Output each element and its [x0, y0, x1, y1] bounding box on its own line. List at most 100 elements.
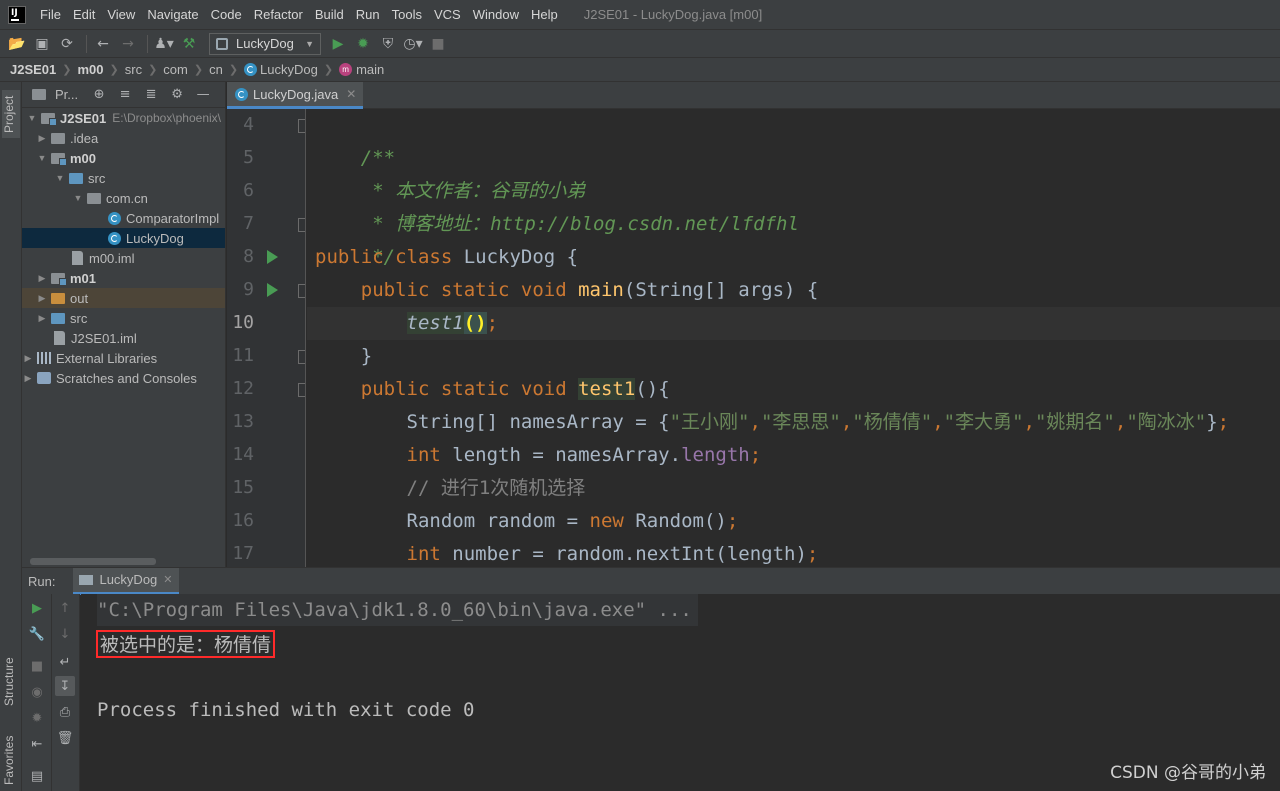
menu-run[interactable]: Run — [350, 0, 386, 29]
build-hammer-icon[interactable]: ⚒ — [178, 33, 200, 55]
scroll-to-end-icon[interactable]: ↧ — [55, 676, 75, 696]
project-view-select[interactable]: Pr... — [55, 87, 78, 102]
breadcrumb-com[interactable]: com — [163, 62, 188, 77]
chevron-right-icon[interactable]: ▶ — [36, 313, 48, 324]
tree-item-scratches[interactable]: ▶ Scratches and Consoles — [22, 368, 225, 388]
intellij-logo-icon — [8, 5, 26, 24]
horizontal-scrollbar[interactable] — [30, 558, 156, 565]
fold-icon[interactable] — [298, 284, 305, 298]
breadcrumb-module[interactable]: m00 — [77, 62, 103, 77]
breadcrumb-method[interactable]: main — [356, 62, 384, 77]
rerun-icon[interactable]: ▶ — [27, 598, 47, 618]
tree-label: out — [70, 290, 89, 306]
run-configuration-select[interactable]: LuckyDog ▼ — [209, 32, 321, 55]
print-icon[interactable]: ⎙ — [55, 702, 75, 722]
menu-edit[interactable]: Edit — [67, 0, 101, 29]
tree-item-root[interactable]: ▼ J2SE01 E:\Dropbox\phoenix\ — [22, 108, 225, 128]
close-icon[interactable]: ✕ — [163, 573, 172, 586]
editor-tab-luckydog[interactable]: LuckyDog.java ✕ — [227, 82, 363, 109]
layout-icon[interactable]: ▤ — [27, 766, 47, 786]
menu-file[interactable]: File — [34, 0, 67, 29]
menu-help[interactable]: Help — [525, 0, 564, 29]
code-line-9: public static void main(String[] args) { — [315, 279, 819, 301]
structure-tool-tab[interactable]: Structure — [2, 652, 20, 712]
stop-icon[interactable]: ■ — [27, 656, 47, 676]
chevron-down-icon[interactable]: ▼ — [72, 193, 84, 203]
breadcrumb-project[interactable]: J2SE01 — [10, 62, 56, 77]
run-main-icon[interactable] — [267, 283, 278, 297]
tree-item-luckydog[interactable]: LuckyDog — [22, 228, 225, 248]
locate-icon[interactable]: ⊕ — [90, 86, 108, 104]
breadcrumb-class[interactable]: LuckyDog — [260, 62, 318, 77]
menu-code[interactable]: Code — [205, 0, 248, 29]
stop-icon[interactable]: ■ — [427, 33, 449, 55]
bug-icon[interactable]: ✹ — [27, 708, 47, 728]
run-tab-luckydog[interactable]: LuckyDog ✕ — [73, 567, 179, 595]
source-folder-icon — [51, 312, 65, 324]
menu-window[interactable]: Window — [467, 0, 525, 29]
minimize-icon[interactable]: — — [194, 86, 212, 104]
tree-item-src[interactable]: ▼ src — [22, 168, 225, 188]
code-editor[interactable]: /** * 本文作者：谷哥的小弟 * 博客地址：http://blog.csdn… — [307, 109, 1280, 567]
arrow-down-icon[interactable]: ↓ — [55, 624, 75, 644]
coverage-icon[interactable]: ⛨ — [377, 33, 399, 55]
fold-icon[interactable] — [298, 350, 305, 364]
chevron-right-icon[interactable]: ▶ — [36, 293, 48, 304]
code-line-14: int length = namesArray.length; — [315, 444, 762, 466]
console-output[interactable]: "C:\Program Files\Java\jdk1.8.0_60\bin\j… — [81, 594, 1280, 791]
vcs-user-icon[interactable]: ♟▾ — [153, 33, 175, 55]
fold-icon[interactable] — [298, 119, 305, 133]
trash-icon[interactable]: 🗑 — [55, 728, 75, 748]
chevron-down-icon[interactable]: ▼ — [36, 153, 48, 163]
chevron-right-icon[interactable]: ▶ — [22, 353, 34, 364]
run-configuration-label: LuckyDog — [236, 36, 294, 51]
tree-item-idea[interactable]: ▶ .idea — [22, 128, 225, 148]
tree-item-comparatorimpl[interactable]: ComparatorImpl — [22, 208, 225, 228]
camera-icon[interactable]: ◉ — [27, 682, 47, 702]
debug-icon[interactable]: ✹ — [352, 33, 374, 55]
menu-navigate[interactable]: Navigate — [141, 0, 204, 29]
run-class-icon[interactable] — [267, 250, 278, 264]
tree-item-out[interactable]: ▶ out — [22, 288, 225, 308]
chevron-down-icon[interactable]: ▼ — [54, 173, 66, 183]
back-arrow-icon[interactable]: ← — [92, 33, 114, 55]
breadcrumb-src[interactable]: src — [125, 62, 142, 77]
save-icon[interactable]: ▣ — [31, 33, 53, 55]
menu-view[interactable]: View — [101, 0, 141, 29]
soft-wrap-icon[interactable]: ↵ — [55, 652, 75, 672]
run-icon[interactable]: ▶ — [327, 33, 349, 55]
profile-icon[interactable]: ◷▾ — [402, 33, 424, 55]
menu-refactor[interactable]: Refactor — [248, 0, 309, 29]
chevron-right-icon[interactable]: ▶ — [22, 373, 34, 384]
wrench-icon[interactable]: 🔧 — [27, 624, 47, 644]
tree-item-m00[interactable]: ▼ m00 — [22, 148, 225, 168]
line-number: 12 — [232, 378, 254, 399]
menu-vcs[interactable]: VCS — [428, 0, 467, 29]
sync-icon[interactable]: ⟳ — [56, 33, 78, 55]
breadcrumb-cn[interactable]: cn — [209, 62, 223, 77]
chevron-right-icon[interactable]: ▶ — [36, 273, 48, 284]
project-tool-tab[interactable]: Project — [2, 90, 20, 138]
tree-item-package[interactable]: ▼ com.cn — [22, 188, 225, 208]
gear-icon[interactable]: ⚙ — [168, 86, 186, 104]
fold-icon[interactable] — [298, 383, 305, 397]
open-folder-icon[interactable]: 📂 — [6, 33, 28, 55]
expand-all-icon[interactable]: ≡ — [116, 86, 134, 104]
exit-icon[interactable]: ⇤ — [27, 734, 47, 754]
tree-item-j2se01-iml[interactable]: J2SE01.iml — [22, 328, 225, 348]
tree-item-src-root[interactable]: ▶ src — [22, 308, 225, 328]
close-icon[interactable]: ✕ — [346, 87, 356, 101]
fold-icon[interactable] — [298, 218, 305, 232]
chevron-right-icon[interactable]: ▶ — [36, 133, 48, 144]
arrow-up-icon[interactable]: ↑ — [55, 598, 75, 618]
tree-item-external-libraries[interactable]: ▶ External Libraries — [22, 348, 225, 368]
package-icon — [87, 192, 101, 204]
tree-item-m01[interactable]: ▶ m01 — [22, 268, 225, 288]
forward-arrow-icon[interactable]: → — [117, 33, 139, 55]
chevron-down-icon[interactable]: ▼ — [26, 113, 38, 123]
menu-build[interactable]: Build — [309, 0, 350, 29]
tree-item-m00-iml[interactable]: m00.iml — [22, 248, 225, 268]
menu-tools[interactable]: Tools — [386, 0, 428, 29]
collapse-all-icon[interactable]: ≣ — [142, 86, 160, 104]
favorites-tool-tab[interactable]: Favorites — [2, 734, 20, 786]
